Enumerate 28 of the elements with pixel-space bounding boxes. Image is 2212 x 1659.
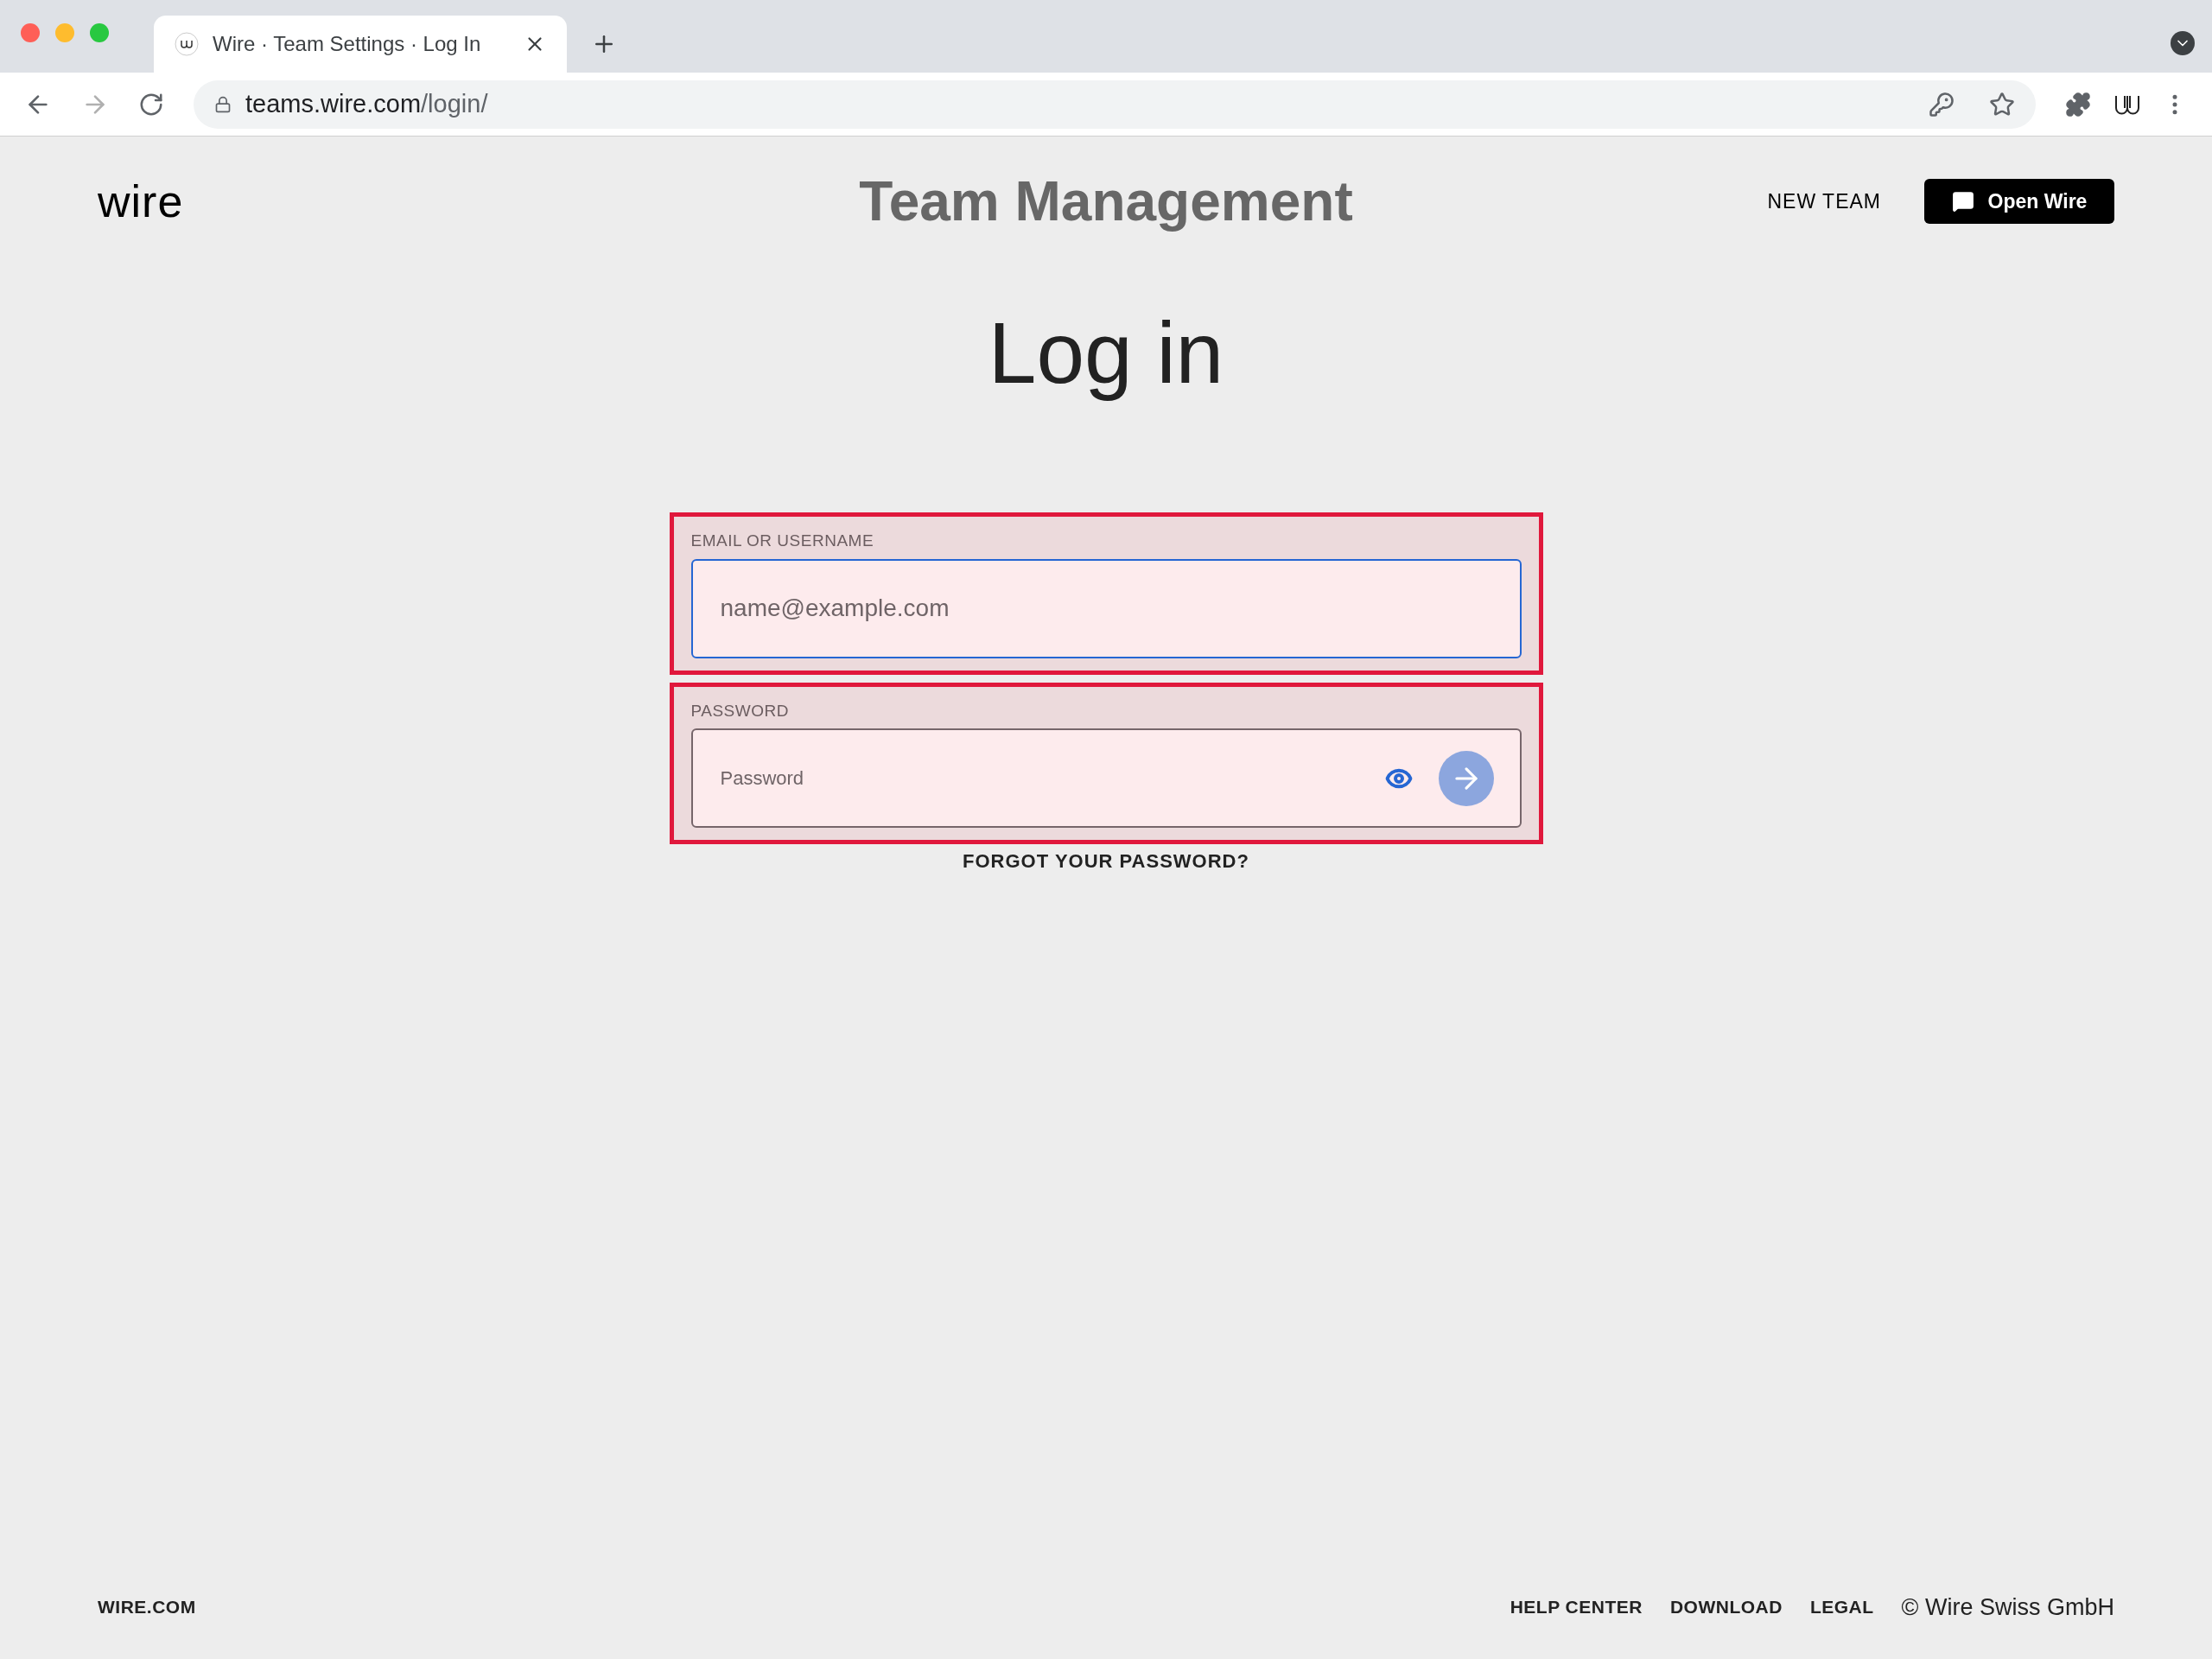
email-field[interactable]: name@example.com	[720, 590, 1494, 626]
open-wire-button[interactable]: Open Wire	[1924, 179, 2114, 224]
lock-icon	[214, 95, 232, 113]
password-input-box[interactable]: Password	[690, 728, 1522, 828]
field-label: EMAIL OR USERNAME	[690, 531, 875, 551]
page-title: Team Management	[858, 169, 1354, 234]
footer-link[interactable]: WIRE.COM	[98, 1593, 196, 1621]
url-text: teams.wire.com/login/	[245, 88, 489, 119]
new-team-link[interactable]: NEW TEAM	[1767, 186, 1881, 217]
email-input-box[interactable]: name@example.com	[690, 558, 1522, 658]
tab-search-icon[interactable]	[2171, 31, 2195, 55]
key-icon[interactable]	[1929, 91, 1955, 118]
extensions-icon[interactable]	[2065, 91, 2091, 118]
copyright-text: © Wire Swiss GmbH	[1901, 1592, 2114, 1622]
browser-tab[interactable]: Wire · Team Settings · Log In	[154, 16, 567, 73]
tab-title: Wire · Team Settings · Log In	[213, 31, 482, 57]
chat-bubble-icon	[1951, 190, 1974, 213]
footer-link[interactable]: DOWNLOAD	[1669, 1593, 1783, 1621]
forgot-password-link[interactable]: FORGOT YOUR PASSWORD?	[963, 847, 1249, 875]
wire-logo[interactable]: wire	[98, 168, 461, 235]
site-favicon-icon	[175, 32, 199, 56]
footer-link[interactable]: LEGAL	[1809, 1593, 1874, 1621]
login-heading: Log in	[987, 303, 1225, 403]
field-label: PASSWORD	[690, 700, 790, 721]
address-bar[interactable]: teams.wire.com/login/	[194, 79, 2036, 129]
bookmark-star-icon[interactable]	[1989, 91, 2015, 118]
password-field[interactable]: Password	[720, 764, 1385, 792]
footer-link[interactable]: HELP CENTER	[1510, 1593, 1643, 1621]
